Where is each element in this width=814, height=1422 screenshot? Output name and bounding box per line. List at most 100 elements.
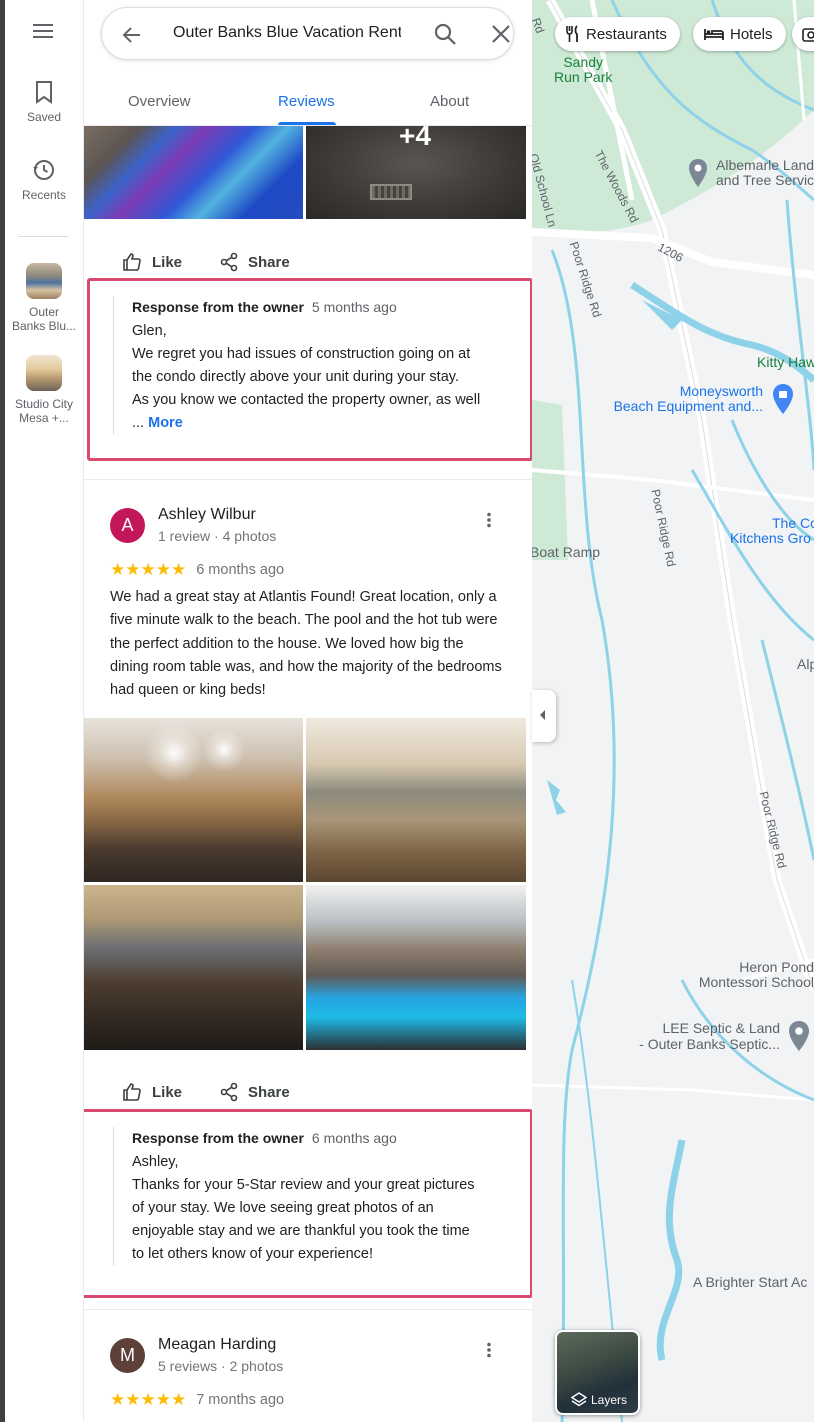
search-input[interactable]: Outer Banks Blue Vacation Rentals (173, 24, 401, 42)
place-moneysworth[interactable]: Moneysworth Beach Equipment and... (608, 384, 763, 414)
review-photo-pool[interactable] (306, 885, 526, 1050)
chip-hotels[interactable]: Hotels (693, 17, 786, 51)
more-options-icon[interactable] (486, 512, 492, 528)
active-tab-indicator (278, 122, 336, 125)
recents-button[interactable]: Recents (5, 158, 83, 202)
recent-place-studio-city[interactable]: Studio City Mesa +... (5, 355, 83, 425)
place-brighter-start[interactable]: A Brighter Start Ac (693, 1274, 807, 1290)
owner-response-date: 5 months ago (311, 299, 397, 315)
place-pin-icon[interactable] (788, 1020, 810, 1052)
owner-response-highlight: Response from the owner 6 months ago Ashl… (84, 1109, 532, 1298)
share-button[interactable]: Share (220, 1082, 290, 1102)
light-glare (144, 723, 204, 783)
reviewer-name[interactable]: Ashley Wilbur (158, 506, 256, 524)
review-divider (84, 479, 532, 480)
owner-response-line: of your stay. We love seeing great photo… (132, 1200, 434, 1216)
window-edge (0, 0, 5, 1422)
like-button[interactable]: Like (122, 252, 182, 272)
review-photo-living-room[interactable] (306, 718, 526, 882)
tab-about[interactable]: About (430, 93, 469, 110)
owner-response-date: 6 months ago (311, 1130, 397, 1146)
more-link[interactable]: More (148, 415, 183, 431)
close-icon[interactable] (490, 23, 512, 45)
star-rating: ★★★★★ (110, 560, 187, 579)
shopping-pin-icon[interactable] (772, 383, 794, 415)
reviewer-name[interactable]: Meagan Harding (158, 1336, 276, 1354)
recent-place-outer-banks[interactable]: Outer Banks Blu... (5, 263, 83, 333)
review-photo-more[interactable]: +4 (306, 126, 526, 219)
place-the-co[interactable]: The Co Kitchens Gro (730, 516, 814, 546)
share-label: Share (248, 253, 290, 271)
place-panel: Outer Banks Blue Vacation Rentals Overvi… (84, 0, 532, 1422)
review-photo-dining-room[interactable] (84, 885, 303, 1050)
chip-restaurants[interactable]: Restaurants (555, 17, 680, 51)
owner-response-line: Thanks for your 5-Star review and your g… (132, 1177, 475, 1193)
avatar[interactable]: M (110, 1338, 145, 1373)
vent-shape (370, 184, 412, 200)
left-rail: Saved Recents Outer Banks Blu... Studio … (0, 0, 84, 1422)
layers-icon (571, 1392, 587, 1407)
recent-place-label-line2: Mesa +... (19, 411, 69, 425)
review-actions: Like Share (84, 252, 532, 276)
map-canvas[interactable]: Restaurants Hotels Sandy Run Park Albemar… (532, 0, 814, 1422)
place-heron-pond[interactable]: Heron Pond Montessori School (690, 960, 814, 990)
rating-row: ★★★★★ 6 months ago (110, 560, 284, 580)
place-label: and Tree Servic (716, 172, 814, 188)
review-actions: Like Share (84, 1082, 532, 1106)
star-rating: ★★★★★ (110, 1390, 187, 1409)
search-box[interactable]: Outer Banks Blue Vacation Rentals (101, 7, 514, 60)
place-pin-icon[interactable] (688, 158, 708, 188)
place-thumbnail (26, 355, 62, 391)
recents-label: Recents (21, 188, 67, 202)
place-label: Beach Equipment and... (613, 398, 763, 414)
place-label: LEE Septic & Land (662, 1020, 780, 1036)
review-photo-kitchen[interactable] (84, 718, 303, 882)
more-options-icon[interactable] (486, 1342, 492, 1358)
layers-label: Layers (591, 1393, 628, 1407)
owner-response-highlight: Response from the owner 5 months ago Glen… (87, 278, 532, 461)
recent-place-label-line2: Banks Blu... (11, 319, 77, 333)
place-alp[interactable]: Alp (797, 656, 814, 672)
place-label: Albemarle Land (716, 157, 814, 173)
owner-response-line: enjoyable stay and we are thankful you t… (132, 1223, 470, 1239)
owner-response-line: Glen, (132, 323, 167, 339)
owner-response-title: Response from the owner (132, 1130, 304, 1146)
place-boat-ramp[interactable]: Boat Ramp (532, 544, 600, 560)
owner-response-title: Response from the owner (132, 299, 304, 315)
saved-button[interactable]: Saved (5, 80, 83, 124)
owner-response-line: Ashley, (132, 1154, 179, 1170)
place-kitty-hawk[interactable]: Kitty Haw (757, 354, 814, 370)
review-date: 7 months ago (196, 1392, 285, 1408)
like-label: Like (152, 1083, 183, 1101)
light-glare (202, 728, 246, 772)
place-albemarle[interactable]: Albemarle Land and Tree Servic (716, 158, 814, 188)
collapse-panel-button[interactable] (532, 690, 556, 742)
like-label: Like (152, 253, 183, 271)
owner-response-line: We regret you had issues of construction… (132, 346, 471, 362)
owner-response-line: to let others know of your experience! (132, 1246, 373, 1262)
place-lee-septic[interactable]: LEE Septic & Land - Outer Banks Septic... (602, 1020, 780, 1052)
chevron-left-icon (540, 710, 545, 720)
more-photos-count: +4 (399, 126, 431, 151)
review-photo[interactable] (84, 126, 303, 219)
layers-button[interactable]: Layers (555, 1330, 640, 1415)
place-label: Montessori School (698, 974, 814, 990)
search-icon[interactable] (433, 22, 457, 46)
bookmark-icon (36, 81, 52, 104)
tab-reviews[interactable]: Reviews (278, 93, 335, 110)
ellipsis: ... (132, 415, 145, 431)
rating-row: ★★★★★ 7 months ago (110, 1390, 284, 1410)
share-button[interactable]: Share (220, 252, 290, 272)
share-icon (220, 252, 238, 272)
like-button[interactable]: Like (122, 1082, 182, 1102)
owner-response: Response from the owner 6 months ago Ashl… (113, 1127, 510, 1266)
share-icon (220, 1082, 238, 1102)
review-header: M Meagan Harding 5 reviews · 2 photos (110, 1336, 510, 1382)
tab-overview[interactable]: Overview (128, 93, 191, 110)
back-arrow-icon[interactable] (120, 23, 144, 47)
menu-button[interactable] (5, 22, 83, 46)
reviews-list[interactable]: +4 Like Share Response from the owner 5 m… (84, 126, 532, 1422)
avatar[interactable]: A (110, 508, 145, 543)
place-thumbnail (26, 263, 62, 299)
place-sandy-run-park[interactable]: Sandy Run Park (554, 55, 612, 85)
